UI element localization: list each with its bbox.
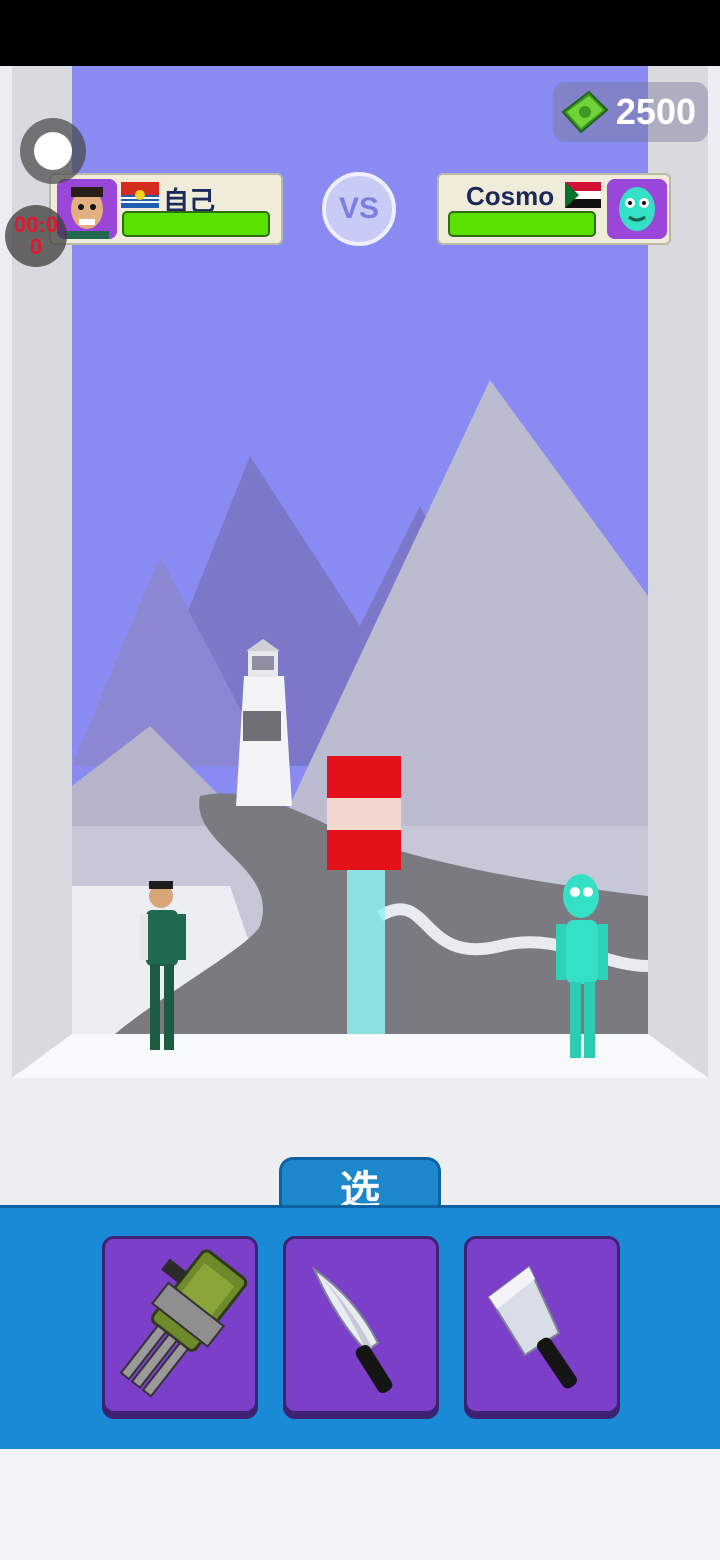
player-card-opponent: Cosmo [437, 173, 671, 245]
recording-timer[interactable]: 00:0 0 [5, 205, 67, 267]
control-knob [34, 132, 72, 170]
player-card-self: 自己 [49, 173, 283, 245]
weapon-slot-cleaver[interactable] [464, 1236, 620, 1414]
floating-control-button[interactable] [20, 118, 86, 184]
opponent-health-bar [448, 211, 596, 237]
money-icon [561, 90, 609, 134]
opponent-avatar [607, 179, 667, 239]
flag-icon [121, 182, 159, 208]
cleaver-icon [487, 1265, 577, 1389]
weapon-slot-minigun[interactable] [102, 1236, 258, 1414]
knife-icon [311, 1266, 393, 1394]
status-bar [0, 0, 720, 66]
barrel [327, 756, 401, 870]
bottom-area [0, 1449, 720, 1560]
minigun-icon [119, 1249, 248, 1398]
opponent-name: Cosmo [466, 181, 555, 211]
flag-icon [565, 182, 601, 208]
vs-badge: VS [322, 172, 396, 246]
coin-amount: 2500 [615, 91, 696, 132]
weapon-slot-knife[interactable] [283, 1236, 439, 1414]
self-health-bar [122, 211, 270, 237]
coin-counter: 2500 [553, 82, 708, 142]
